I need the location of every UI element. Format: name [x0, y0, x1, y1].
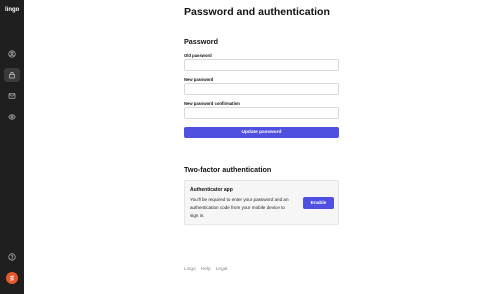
- enable-2fa-button[interactable]: Enable: [303, 197, 334, 209]
- footer-link-lingo[interactable]: Lingo: [184, 267, 196, 272]
- confirm-password-field[interactable]: [184, 107, 339, 119]
- update-password-button[interactable]: Update password: [184, 127, 339, 138]
- new-password-label: New password: [184, 77, 214, 82]
- new-password-field[interactable]: [184, 83, 339, 95]
- footer-link-help[interactable]: Help: [201, 267, 211, 272]
- user-circle-icon: [8, 50, 16, 58]
- old-password-field[interactable]: [184, 59, 339, 71]
- authenticator-app-card: Authenticator app You'll be required to …: [184, 180, 339, 225]
- sidebar-item-security[interactable]: [4, 68, 20, 82]
- old-password-label: Old password: [184, 53, 212, 58]
- lock-icon: [9, 71, 15, 79]
- footer-link-legal[interactable]: Legal: [216, 267, 228, 272]
- help-circle-icon: [8, 253, 16, 261]
- authenticator-app-title: Authenticator app: [190, 187, 233, 193]
- sidebar-item-visibility[interactable]: [4, 110, 20, 124]
- confirm-password-label: New password confirmation: [184, 101, 240, 106]
- help-button[interactable]: [4, 250, 20, 264]
- sidebar-item-mail[interactable]: [4, 89, 20, 103]
- mail-icon: [8, 93, 16, 99]
- authenticator-app-description: You'll be required to enter your passwor…: [190, 197, 289, 218]
- footer: Lingo Help Legal: [184, 267, 227, 272]
- password-section-title: Password: [184, 37, 218, 46]
- avatar[interactable]: [6, 272, 18, 284]
- sidebar-item-profile[interactable]: [4, 47, 20, 61]
- page-title: Password and authentication: [184, 6, 330, 18]
- app-logo[interactable]: lingo: [5, 7, 19, 13]
- sidebar: lingo: [0, 0, 24, 294]
- two-factor-section-title: Two-factor authentication: [184, 165, 272, 174]
- avatar-logo-icon: [10, 275, 14, 281]
- eye-icon: [8, 114, 16, 120]
